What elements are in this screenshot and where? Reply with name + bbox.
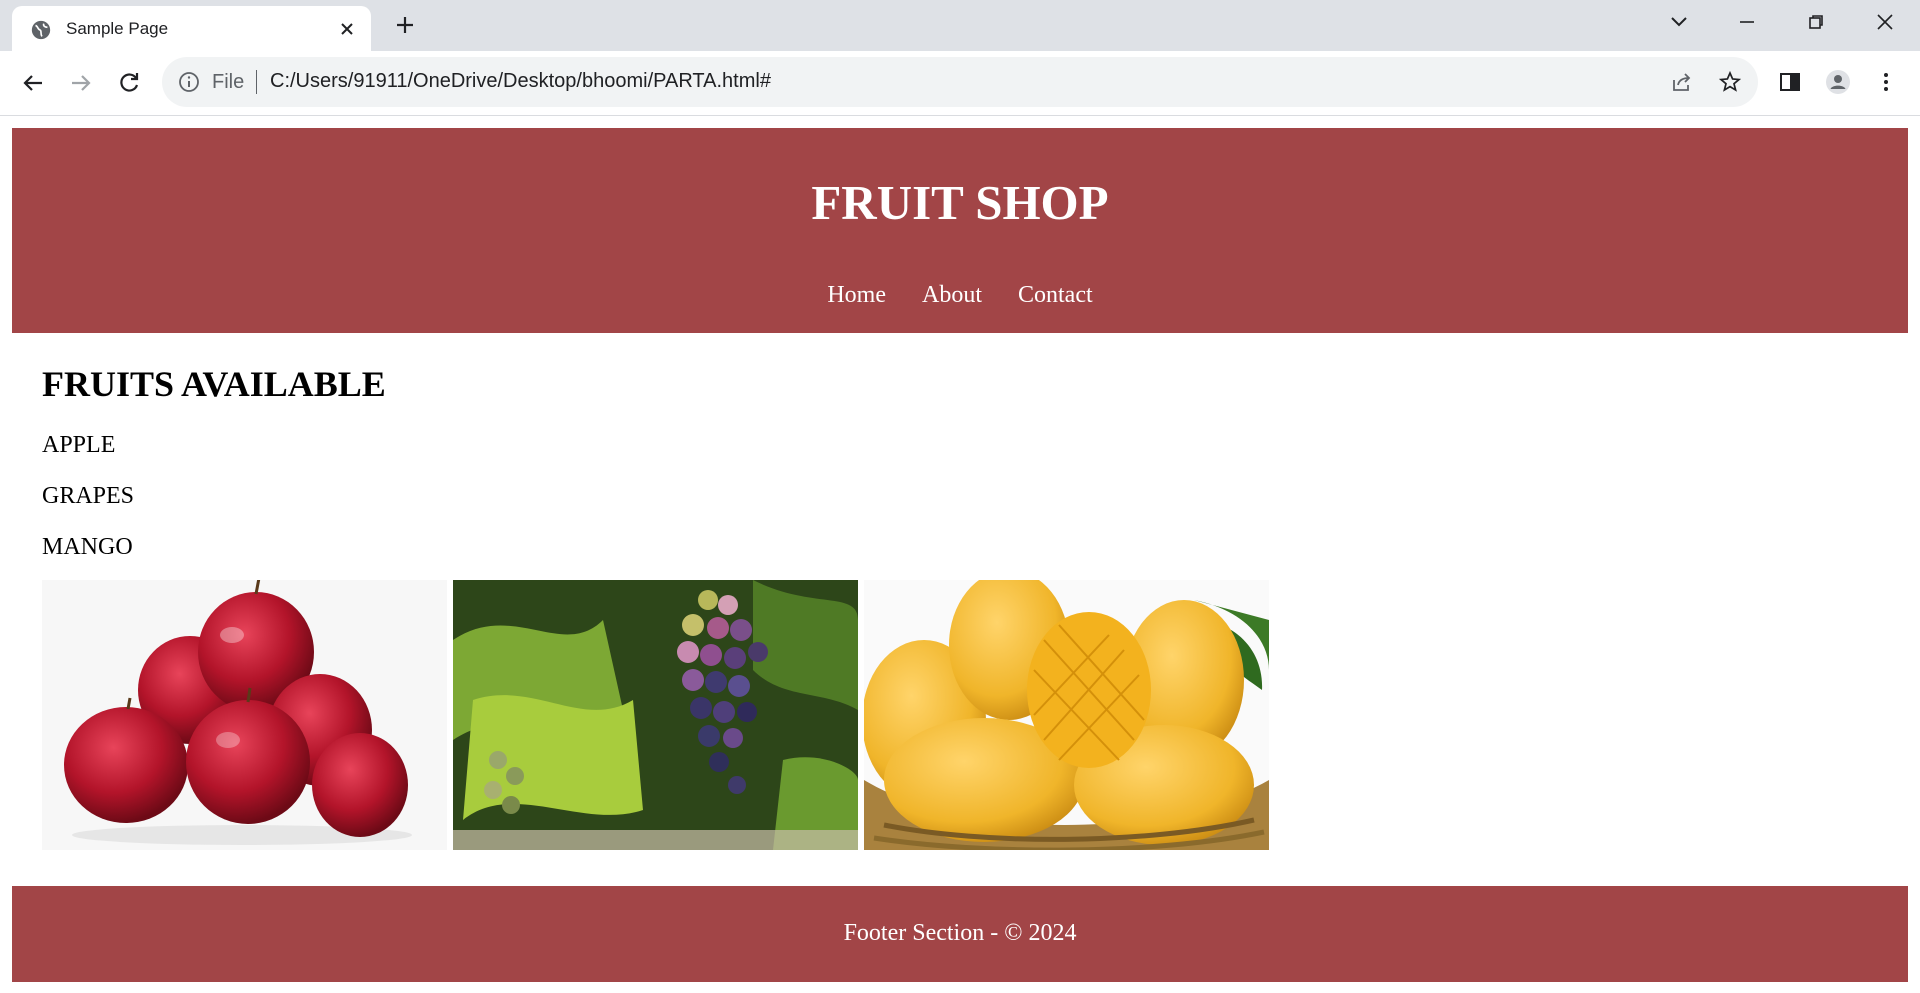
tab-search-button[interactable] bbox=[1659, 8, 1699, 36]
tab-title: Sample Page bbox=[66, 19, 169, 38]
grapes-image bbox=[453, 580, 858, 850]
info-icon[interactable] bbox=[178, 71, 200, 93]
minimize-icon bbox=[1740, 21, 1754, 23]
new-tab-icon[interactable] bbox=[393, 13, 417, 37]
scheme-divider bbox=[256, 70, 257, 94]
footer-text: Footer Section - © 2024 bbox=[843, 920, 1077, 946]
back-arrow-icon[interactable] bbox=[18, 68, 48, 98]
minimize-button[interactable] bbox=[1727, 8, 1767, 36]
site-title: FRUIT SHOP bbox=[811, 175, 1109, 230]
nav-link-home[interactable]: Home bbox=[827, 282, 886, 308]
close-icon bbox=[1877, 14, 1893, 30]
share-icon[interactable] bbox=[1670, 70, 1694, 94]
url-text[interactable]: C:/Users/91911/OneDrive/Desktop/bhoomi/P… bbox=[270, 70, 771, 93]
chevron-down-icon bbox=[1671, 17, 1687, 27]
mango-image bbox=[864, 580, 1269, 850]
page-viewport: FRUIT SHOP Home About Contact FRUITS AVA… bbox=[0, 116, 1920, 993]
browser-tab[interactable]: Sample Page bbox=[12, 6, 371, 51]
side-panel-icon[interactable] bbox=[1777, 69, 1803, 95]
restore-button[interactable] bbox=[1796, 8, 1836, 36]
nav-link-about[interactable]: About bbox=[922, 282, 982, 308]
address-bar[interactable]: File C:/Users/91911/OneDrive/Desktop/bho… bbox=[162, 57, 1758, 107]
kebab-menu-icon[interactable] bbox=[1873, 69, 1899, 95]
profile-avatar-icon[interactable] bbox=[1825, 69, 1851, 95]
close-window-button[interactable] bbox=[1865, 8, 1905, 36]
bookmark-star-icon[interactable] bbox=[1718, 70, 1742, 94]
site-footer: Footer Section - © 2024 bbox=[12, 886, 1908, 982]
scheme-label: File bbox=[212, 71, 245, 93]
apple-image bbox=[42, 580, 447, 850]
section-heading: FRUITS AVAILABLE bbox=[42, 364, 386, 404]
site-nav: Home About Contact bbox=[12, 282, 1908, 309]
fruit-item-apple: APPLE bbox=[42, 432, 116, 458]
restore-icon bbox=[1809, 15, 1823, 29]
browser-toolbar: File C:/Users/91911/OneDrive/Desktop/bho… bbox=[0, 51, 1920, 116]
forward-arrow-icon[interactable] bbox=[66, 68, 96, 98]
nav-link-contact[interactable]: Contact bbox=[1018, 282, 1093, 308]
close-tab-icon[interactable] bbox=[337, 19, 357, 39]
globe-icon bbox=[31, 20, 51, 40]
site-header: FRUIT SHOP Home About Contact bbox=[12, 128, 1908, 333]
reload-icon[interactable] bbox=[114, 68, 144, 98]
fruit-item-mango: MANGO bbox=[42, 534, 133, 560]
tab-strip: Sample Page bbox=[0, 0, 1920, 51]
fruit-item-grapes: GRAPES bbox=[42, 483, 135, 509]
